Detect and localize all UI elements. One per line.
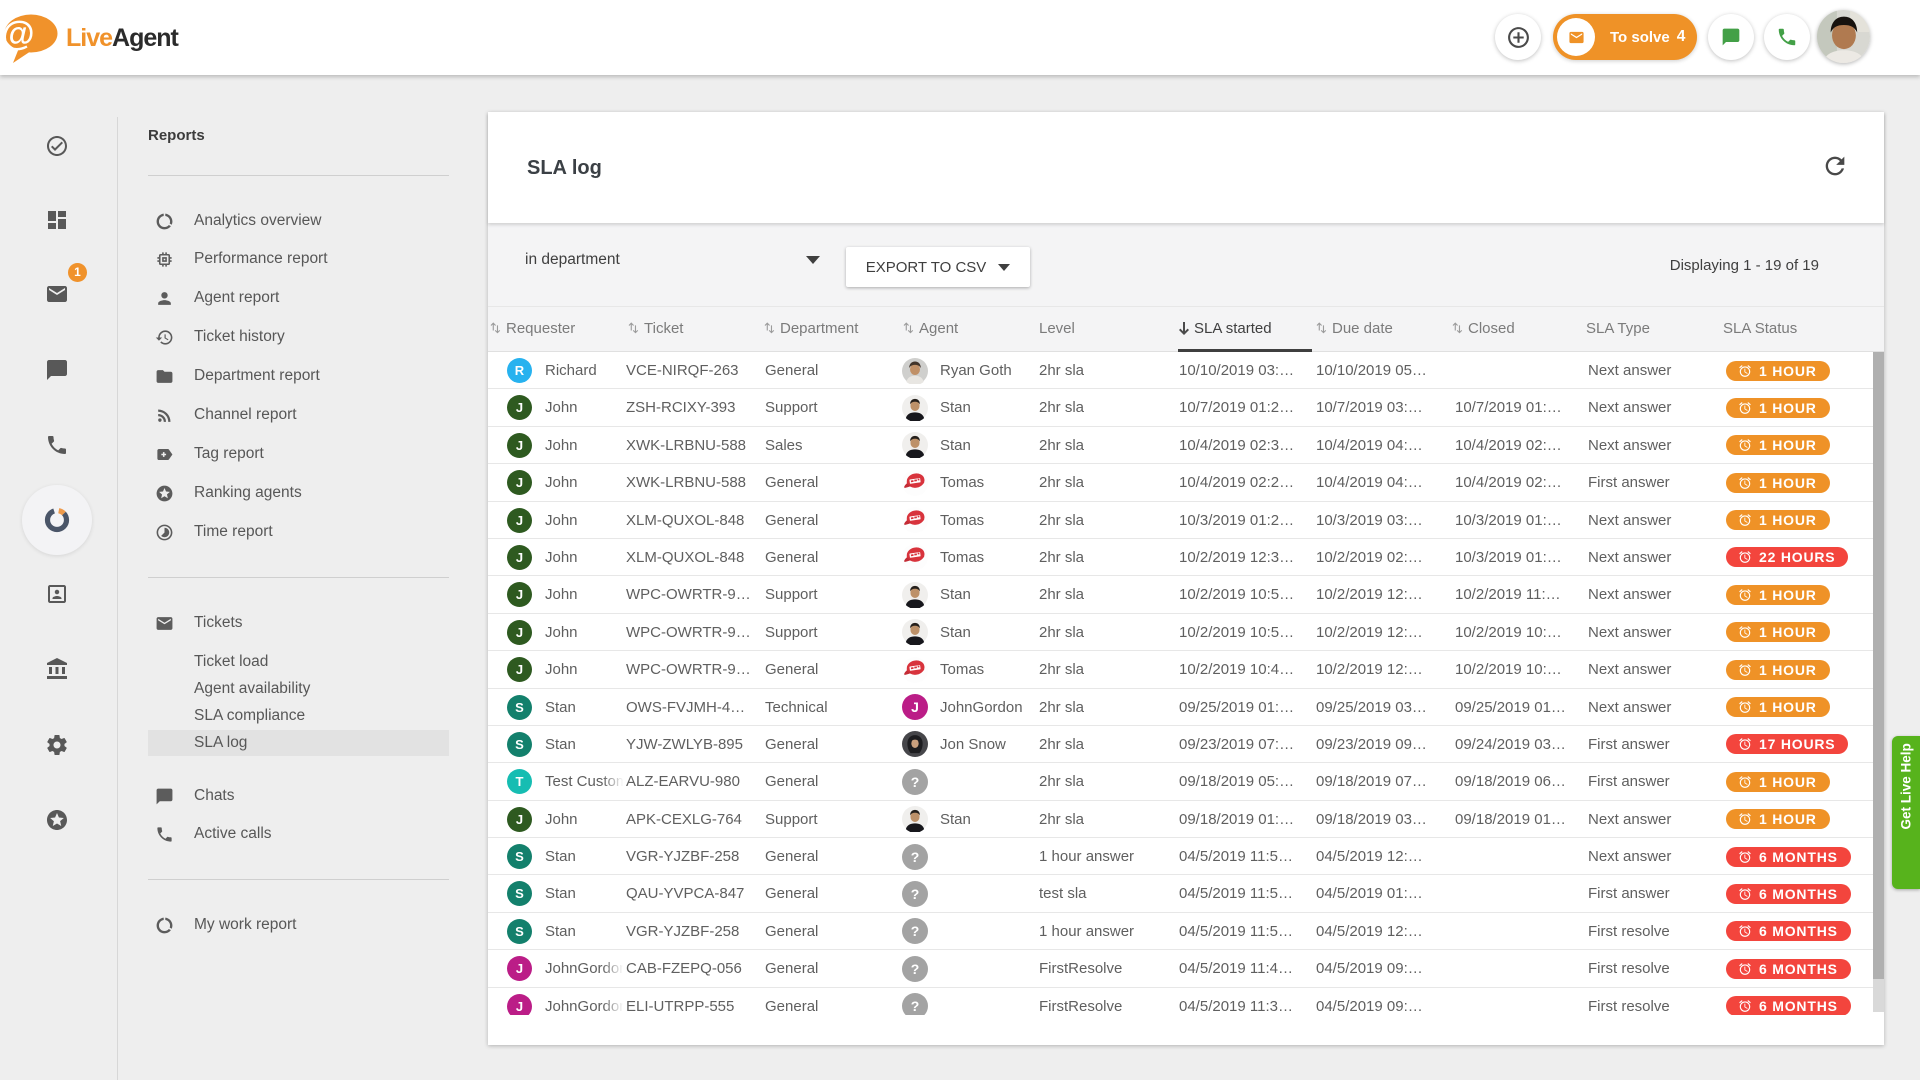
svg-text:@: @ — [3, 15, 35, 53]
